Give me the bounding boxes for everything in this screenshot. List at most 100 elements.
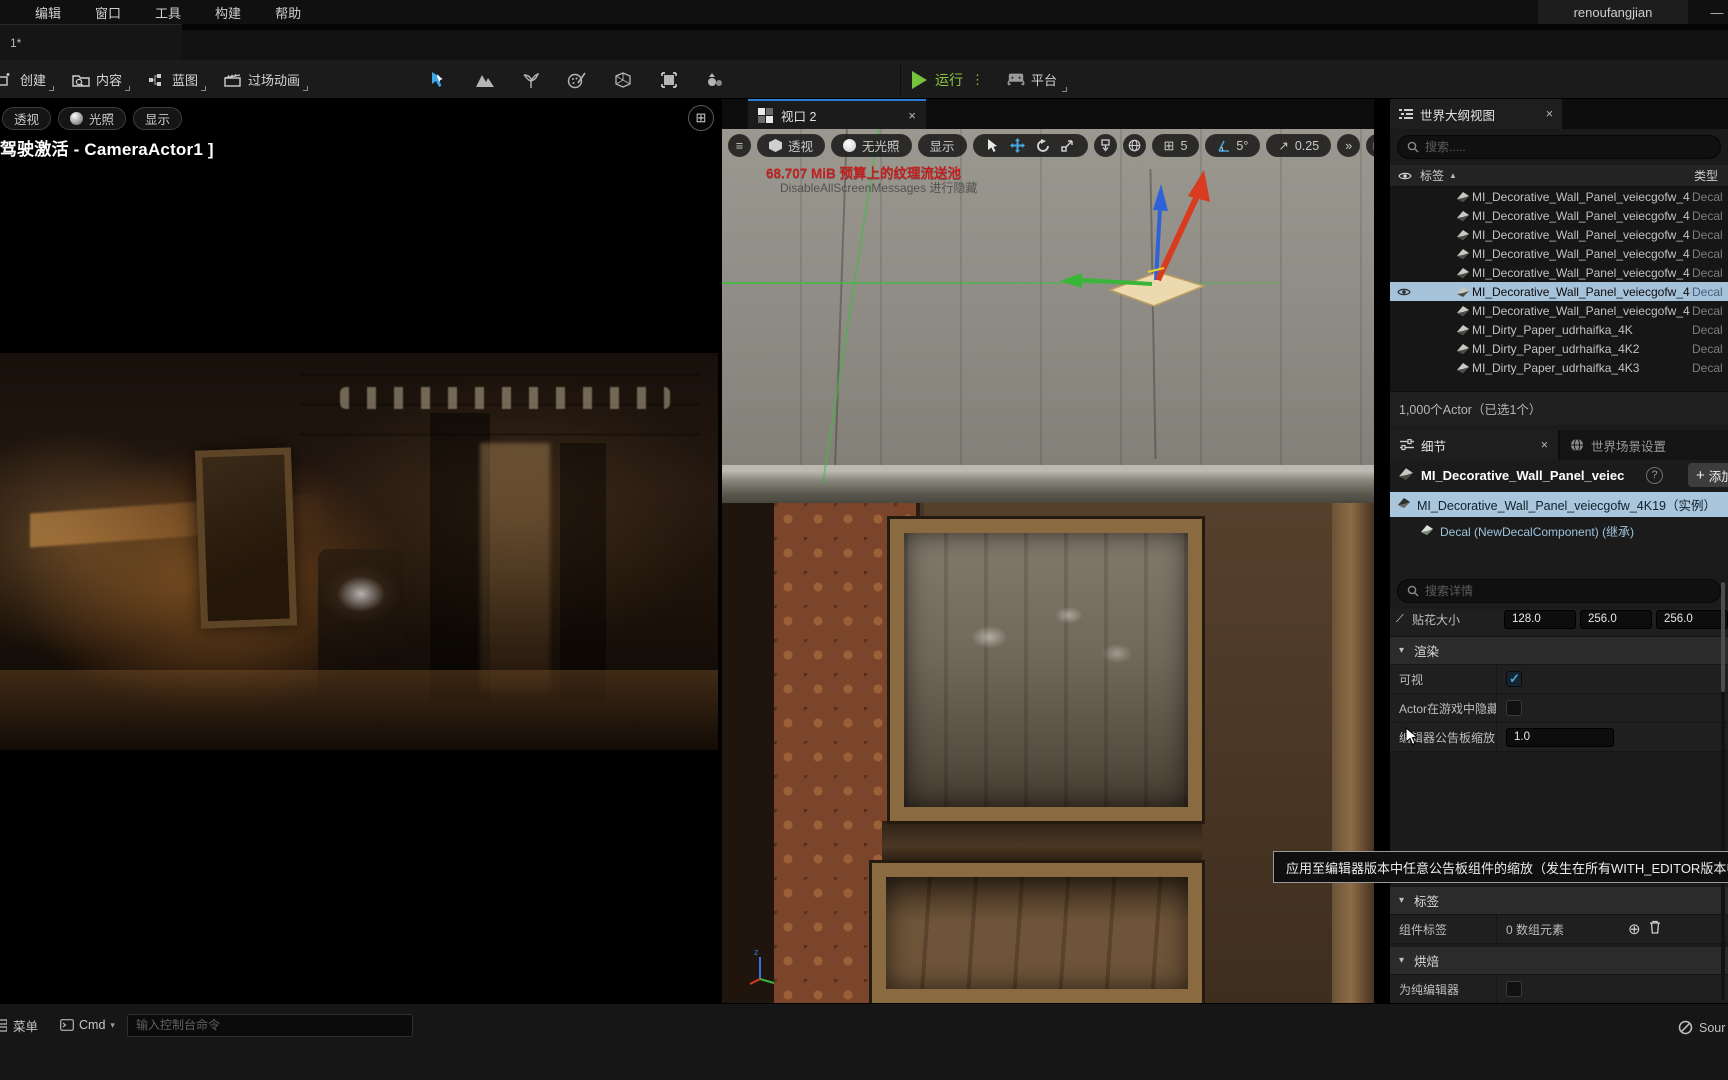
help-icon[interactable]: ? — [1646, 466, 1663, 484]
viewport-layout-button[interactable]: ⊞ — [688, 105, 714, 131]
outliner-search[interactable] — [1397, 135, 1721, 159]
sort-asc-icon: ▲ — [1449, 171, 1457, 180]
selected-instance-row[interactable]: MI_Decorative_Wall_Panel_veiecgofw_4K19（… — [1390, 492, 1728, 517]
play-button[interactable] — [912, 70, 927, 89]
scale-tool-icon[interactable] — [1060, 138, 1076, 154]
menu-item[interactable]: 窗口 — [78, 3, 138, 22]
column-label[interactable]: 标签 — [1420, 167, 1444, 184]
cinematics-button[interactable]: 过场动画 — [214, 65, 310, 95]
decal-icon — [1454, 362, 1472, 374]
table-row[interactable]: MI_Dirty_Paper_udrhaifka_4K Decal — [1390, 320, 1728, 339]
mesh-paint-mode-icon[interactable] — [566, 69, 588, 91]
create-icon — [0, 71, 14, 89]
instance-label: MI_Decorative_Wall_Panel_veiecgofw_4K19（… — [1417, 499, 1716, 513]
fracture-mode-icon[interactable] — [612, 69, 634, 91]
eye-icon[interactable] — [1390, 287, 1418, 297]
table-row[interactable]: MI_Dirty_Paper_udrhaifka_4K3 Decal — [1390, 358, 1728, 377]
maximize-viewport-icon[interactable]: ⊞ — [1366, 134, 1374, 157]
rotate-tool-icon[interactable] — [1035, 138, 1051, 154]
source-control-button[interactable]: Sour — [1678, 1020, 1728, 1035]
user-account-badge[interactable]: renoufangjian — [1538, 0, 1688, 24]
decal-size-y[interactable]: 256.0 — [1580, 609, 1652, 629]
run-label[interactable]: 运行 — [935, 70, 963, 90]
menu-item[interactable]: 构建 — [198, 3, 258, 22]
content-button[interactable]: 内容 — [62, 65, 132, 95]
visible-checkbox[interactable] — [1506, 671, 1522, 687]
table-row[interactable]: MI_Decorative_Wall_Panel_veiecgofw_4 Dec… — [1390, 225, 1728, 244]
menu-item[interactable]: 帮助 — [258, 3, 318, 22]
eye-icon[interactable] — [1390, 171, 1420, 181]
transform-gizmo[interactable] — [1052, 164, 1232, 334]
table-row[interactable]: MI_Decorative_Wall_Panel_veiecgofw_4 Dec… — [1390, 244, 1728, 263]
angle-snap-button[interactable]: 5° — [1205, 134, 1261, 157]
left-perspective-button[interactable]: 透视 — [2, 107, 52, 130]
component-row[interactable]: Decal (NewDecalComponent) (继承) — [1390, 519, 1728, 543]
content-label: 内容 — [96, 73, 123, 88]
table-row[interactable]: MI_Decorative_Wall_Panel_veiecgofw_4 Dec… — [1390, 263, 1728, 282]
camera-speed-button[interactable]: ↗ 0.25 — [1266, 134, 1332, 157]
surface-snap-icon[interactable] — [1093, 134, 1117, 157]
console-type-button[interactable]: Cmd ▾ — [60, 1018, 115, 1032]
select-mode-icon[interactable] — [428, 69, 450, 91]
console-input[interactable] — [135, 1018, 404, 1032]
close-icon[interactable]: × — [908, 108, 916, 123]
create-button[interactable]: 创建 — [0, 65, 56, 95]
decal-size-z[interactable]: 256.0 — [1656, 609, 1728, 629]
decal-size-x[interactable]: 128.0 — [1504, 609, 1576, 629]
column-type[interactable]: 类型 — [1694, 167, 1728, 184]
modeling-mode-icon[interactable] — [658, 69, 680, 91]
close-icon[interactable]: × — [1541, 438, 1548, 452]
section-rendering[interactable]: ▾ 渲染 — [1390, 637, 1728, 665]
camera-viewport[interactable]: 透视 光照 显示 ⊞ [驾驶激活 - CameraActor1 ] — [0, 99, 718, 1003]
table-row[interactable]: MI_Decorative_Wall_Panel_veiecgofw_4 Dec… — [1390, 187, 1728, 206]
details-search-input[interactable] — [1425, 584, 1711, 598]
blueprint-button[interactable]: 蓝图 — [138, 65, 208, 95]
outliner-tab[interactable]: 世界大纲视图 × — [1390, 99, 1562, 129]
unlit-sphere-icon — [843, 139, 857, 152]
grid-snap-button[interactable]: ⊞ 5 — [1151, 134, 1200, 157]
content-drawer-button[interactable]: 菜单 — [0, 1016, 38, 1035]
hidden-in-game-checkbox[interactable] — [1506, 700, 1522, 716]
platforms-button[interactable]: 平台 — [1007, 70, 1068, 92]
show-button[interactable]: 显示 — [917, 134, 967, 157]
viewport-2-tab[interactable]: 视口 2 × — [748, 99, 926, 129]
table-row[interactable]: MI_Decorative_Wall_Panel_veiecgofw_4 Dec… — [1390, 301, 1728, 320]
viewport-menu-icon[interactable]: ≡ — [728, 134, 751, 157]
minimize-button[interactable]: — — [1706, 0, 1728, 24]
details-tab[interactable]: 细节 × — [1390, 430, 1558, 460]
trash-icon[interactable] — [1649, 920, 1661, 938]
table-row[interactable]: MI_Dirty_Paper_udrhaifka_4K2 Decal — [1390, 339, 1728, 358]
world-space-icon[interactable] — [1122, 134, 1146, 157]
perspective-button[interactable]: 透视 — [757, 134, 826, 157]
move-tool-icon[interactable] — [1010, 138, 1026, 154]
expander-icon[interactable]: ⟋ — [1396, 613, 1408, 626]
table-row[interactable]: MI_Decorative_Wall_Panel_veiecgofw_4 Dec… — [1390, 206, 1728, 225]
details-scrollbar[interactable] — [1721, 580, 1725, 1000]
left-show-button[interactable]: 显示 — [133, 107, 183, 130]
grid-snap-icon: ⊞ — [1163, 137, 1175, 153]
foliage-mode-icon[interactable] — [520, 69, 542, 91]
billboard-scale-field[interactable]: 1.0 — [1506, 727, 1614, 747]
section-cooking[interactable]: ▾ 烘焙 — [1390, 947, 1728, 975]
close-icon[interactable]: × — [1546, 107, 1553, 121]
add-element-icon[interactable]: ⊕ — [1628, 920, 1641, 938]
unlit-button[interactable]: 无光照 — [831, 134, 912, 157]
menu-item[interactable]: 工具 — [138, 3, 198, 22]
outliner-search-input[interactable] — [1425, 140, 1711, 154]
details-search[interactable] — [1397, 579, 1721, 603]
level-tab[interactable]: 1* — [0, 24, 182, 60]
landscape-mode-icon[interactable] — [474, 69, 496, 91]
editor-only-checkbox[interactable] — [1506, 981, 1522, 997]
details-icon — [1400, 439, 1414, 451]
left-lit-button[interactable]: 光照 — [58, 107, 127, 130]
play-options-icon[interactable]: ⋮ — [971, 72, 985, 88]
section-tags[interactable]: ▾ 标签 — [1390, 887, 1728, 915]
animation-mode-icon[interactable] — [704, 69, 726, 91]
add-component-button[interactable]: + 添加 — [1688, 463, 1728, 487]
menu-item[interactable]: 编辑 — [18, 3, 78, 22]
table-row[interactable]: MI_Decorative_Wall_Panel_veiecgofw_4 Dec… — [1390, 282, 1728, 301]
console-input-box[interactable] — [126, 1013, 413, 1037]
world-settings-tab[interactable]: 世界场景设置 — [1560, 430, 1728, 460]
overflow-toolbar-icon[interactable]: » — [1337, 134, 1361, 157]
select-tool-icon[interactable] — [985, 138, 1001, 154]
